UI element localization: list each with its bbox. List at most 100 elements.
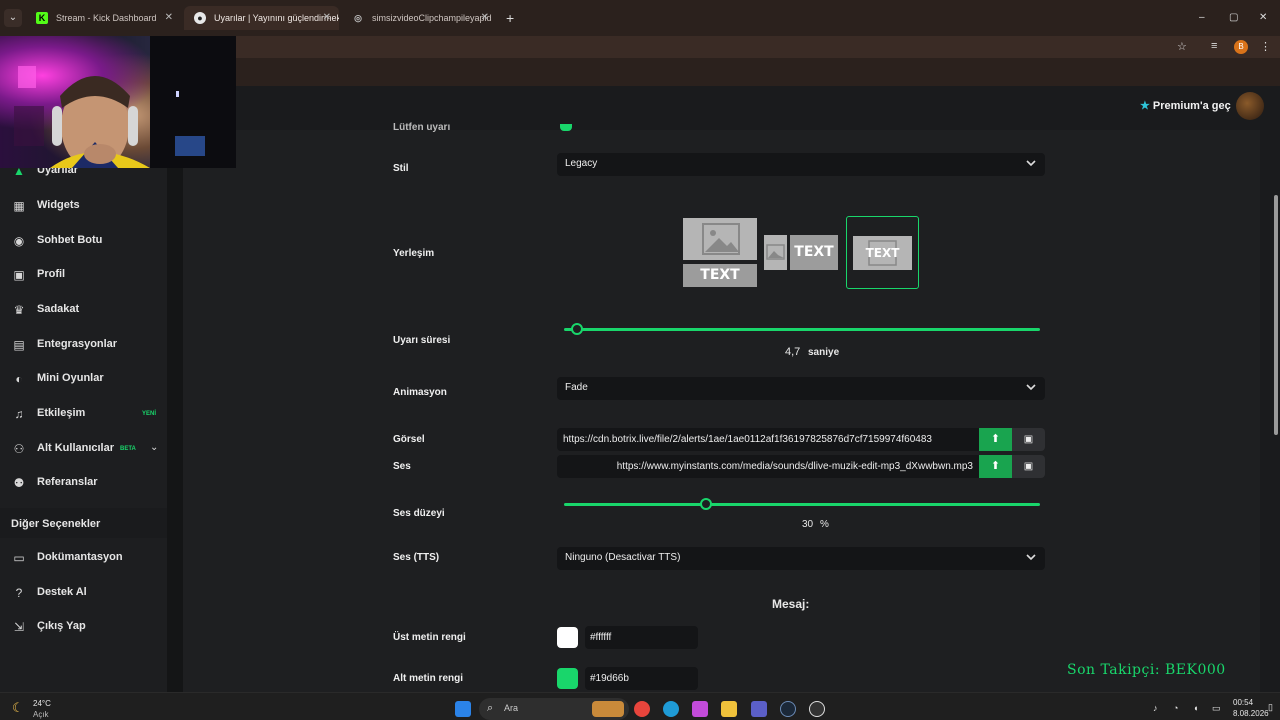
new-badge: YENİ (142, 411, 157, 417)
close-tab-icon[interactable]: ✕ (323, 6, 331, 30)
sidebar-item-label: Destek Al (37, 586, 87, 598)
sidebar-item-interaction[interactable]: ♫ Etkileşim YENİ (0, 399, 167, 429)
edge-icon[interactable] (663, 701, 679, 717)
upload-image-button[interactable]: ⬆ (979, 428, 1012, 451)
upload-sound-button[interactable]: ⬆ (979, 455, 1012, 478)
layout-text-block: TEXT (790, 235, 838, 270)
animation-label: Animasyon (393, 387, 447, 398)
premium-button[interactable]: ★ Premium'a geç (1140, 99, 1231, 112)
sidebar-item-support[interactable]: ? Destek Al (0, 578, 167, 608)
style-label: Stil (393, 163, 409, 174)
close-tab-icon[interactable]: ✕ (481, 6, 489, 30)
sidebar-item-logout[interactable]: ⇲ Çıkış Yap (0, 612, 167, 642)
volume-unit: % (820, 519, 829, 530)
sidebar-item-widgets[interactable]: ▦ Widgets (0, 191, 167, 221)
sidebar-item-label: Entegrasyonlar (37, 338, 118, 350)
beta-badge: BETA (120, 446, 136, 452)
chrome-icon[interactable] (634, 701, 650, 717)
media-control-icon[interactable]: ≡ (1211, 40, 1217, 52)
browser-menu-icon[interactable]: ⋮ (1260, 40, 1271, 53)
battery-icon[interactable]: ▭ (1212, 703, 1221, 714)
style-select[interactable]: Legacy (557, 153, 1045, 176)
tts-select[interactable]: Ninguno (Desactivar TTS) (557, 547, 1045, 570)
sidebar-item-chatbot[interactable]: ◉ Sohbet Botu (0, 226, 167, 256)
sidebar-item-referrals[interactable]: ⚉ Referanslar (0, 468, 167, 498)
top-text-color-swatch[interactable] (557, 627, 578, 648)
weather-temp[interactable]: 24°C (33, 699, 51, 708)
teams-icon[interactable] (751, 701, 767, 717)
tab-alerts[interactable]: ● Uyarılar | Yayınını güçlendirmek ✕ (184, 6, 339, 30)
clock-date[interactable]: 8.08.2026 (1233, 709, 1269, 718)
section-title: Diğer Seçenekler (11, 518, 101, 530)
image-placeholder-icon (764, 235, 787, 270)
top-text-color-input[interactable]: #ffffff (585, 626, 698, 649)
sidebar-item-loyalty[interactable]: ♛ Sadakat (0, 295, 167, 325)
clock-time[interactable]: 00:54 (1233, 698, 1253, 707)
bookmark-star-icon[interactable]: ☆ (1177, 40, 1187, 53)
bottom-text-color-input[interactable]: #19d66b (585, 667, 698, 690)
microphone-icon[interactable]: ♪ (1153, 703, 1158, 713)
alert-settings-panel (183, 130, 1260, 692)
tts-label: Ses (TTS) (393, 552, 440, 563)
sidebar-item-label: Dokümantasyon (37, 551, 123, 563)
trophy-icon: ♛ (13, 303, 25, 317)
network-icon[interactable]: ◔ (1173, 703, 1178, 713)
tab-clipchamp[interactable]: ◎ simsizvideoClipchampileyapld ✕ (342, 6, 497, 30)
sidebar-item-subusers[interactable]: ⚇ Alt Kullanıcılar BETA ⌄ (0, 434, 167, 464)
gallery-icon: ▣ (1023, 434, 1034, 445)
notification-icon[interactable]: ▯ (1268, 702, 1273, 713)
user-avatar[interactable] (1236, 92, 1264, 120)
profile-avatar[interactable]: B (1234, 40, 1248, 54)
duration-slider-track[interactable] (564, 328, 1040, 331)
close-window-button[interactable]: ✕ (1259, 12, 1267, 23)
file-explorer-icon[interactable] (721, 701, 737, 717)
maximize-button[interactable]: ▢ (1229, 12, 1238, 23)
bottom-text-color-swatch[interactable] (557, 668, 578, 689)
windows-start-icon[interactable] (455, 701, 471, 717)
chevron-down-icon[interactable]: ⌄ (150, 442, 158, 453)
tab-search-chevron-icon[interactable]: ⌄ (4, 9, 22, 27)
toggle-switch[interactable] (560, 124, 572, 131)
chevron-down-icon (1026, 160, 1036, 167)
taskbar-search[interactable]: ⌕ Ara (479, 698, 629, 720)
animation-select[interactable]: Fade (557, 377, 1045, 400)
sound-label: Ses (393, 461, 411, 472)
obs-icon[interactable] (809, 701, 825, 717)
image-url-input[interactable]: https://cdn.botrix.live/file/2/alerts/1a… (557, 428, 979, 451)
copilot-icon[interactable] (692, 701, 708, 717)
message-heading: Mesaj: (772, 597, 810, 611)
volume-slider-thumb[interactable] (699, 498, 712, 510)
layout-option-side[interactable]: TEXT (764, 235, 838, 270)
sidebar-item-minigames[interactable]: ◐ Mini Oyunlar (0, 364, 167, 394)
music-icon: ♫ (14, 407, 24, 421)
steam-icon[interactable] (780, 701, 796, 717)
layout-option-stacked[interactable]: TEXT (683, 218, 757, 287)
sound-url-input[interactable]: https://www.myinstants.com/media/sounds/… (557, 455, 979, 478)
duration-value: 4,7 (785, 346, 801, 358)
sidebar-item-integrations[interactable]: ▤ Entegrasyonlar (0, 330, 167, 360)
webcam-overlay (0, 36, 236, 168)
globe-favicon-icon: ◎ (354, 13, 362, 23)
close-tab-icon[interactable]: ✕ (165, 6, 173, 30)
page-scrollbar-thumb[interactable] (1274, 195, 1278, 435)
search-icon: ⌕ (487, 702, 494, 714)
sidebar-item-profile[interactable]: ▣ Profil (0, 260, 167, 290)
volume-icon[interactable]: ◖ (1193, 703, 1198, 713)
animation-value: Fade (565, 382, 588, 393)
new-tab-button[interactable]: + (506, 10, 514, 26)
style-value: Legacy (565, 158, 598, 169)
streamer-webcam-image (14, 36, 236, 168)
layout-text-block: TEXT (865, 246, 900, 260)
referrals-icon: ⚉ (13, 476, 25, 490)
volume-label: Ses düzeyi (393, 508, 445, 519)
volume-value: 30 (802, 519, 814, 530)
layout-option-overlay-selected[interactable]: TEXT (846, 216, 919, 289)
minimize-button[interactable]: – (1199, 12, 1205, 23)
tab-kick-dashboard[interactable]: K Stream - Kick Dashboard ✕ (26, 6, 181, 30)
sound-library-button[interactable]: ▣ (1012, 455, 1045, 478)
weather-moon-icon[interactable]: ☾ (12, 700, 24, 716)
image-library-button[interactable]: ▣ (1012, 428, 1045, 451)
volume-slider-track[interactable] (564, 503, 1040, 506)
sidebar-item-docs[interactable]: ▭ Dokümantasyon (0, 543, 167, 573)
sidebar-item-label: Etkileşim (37, 407, 86, 419)
